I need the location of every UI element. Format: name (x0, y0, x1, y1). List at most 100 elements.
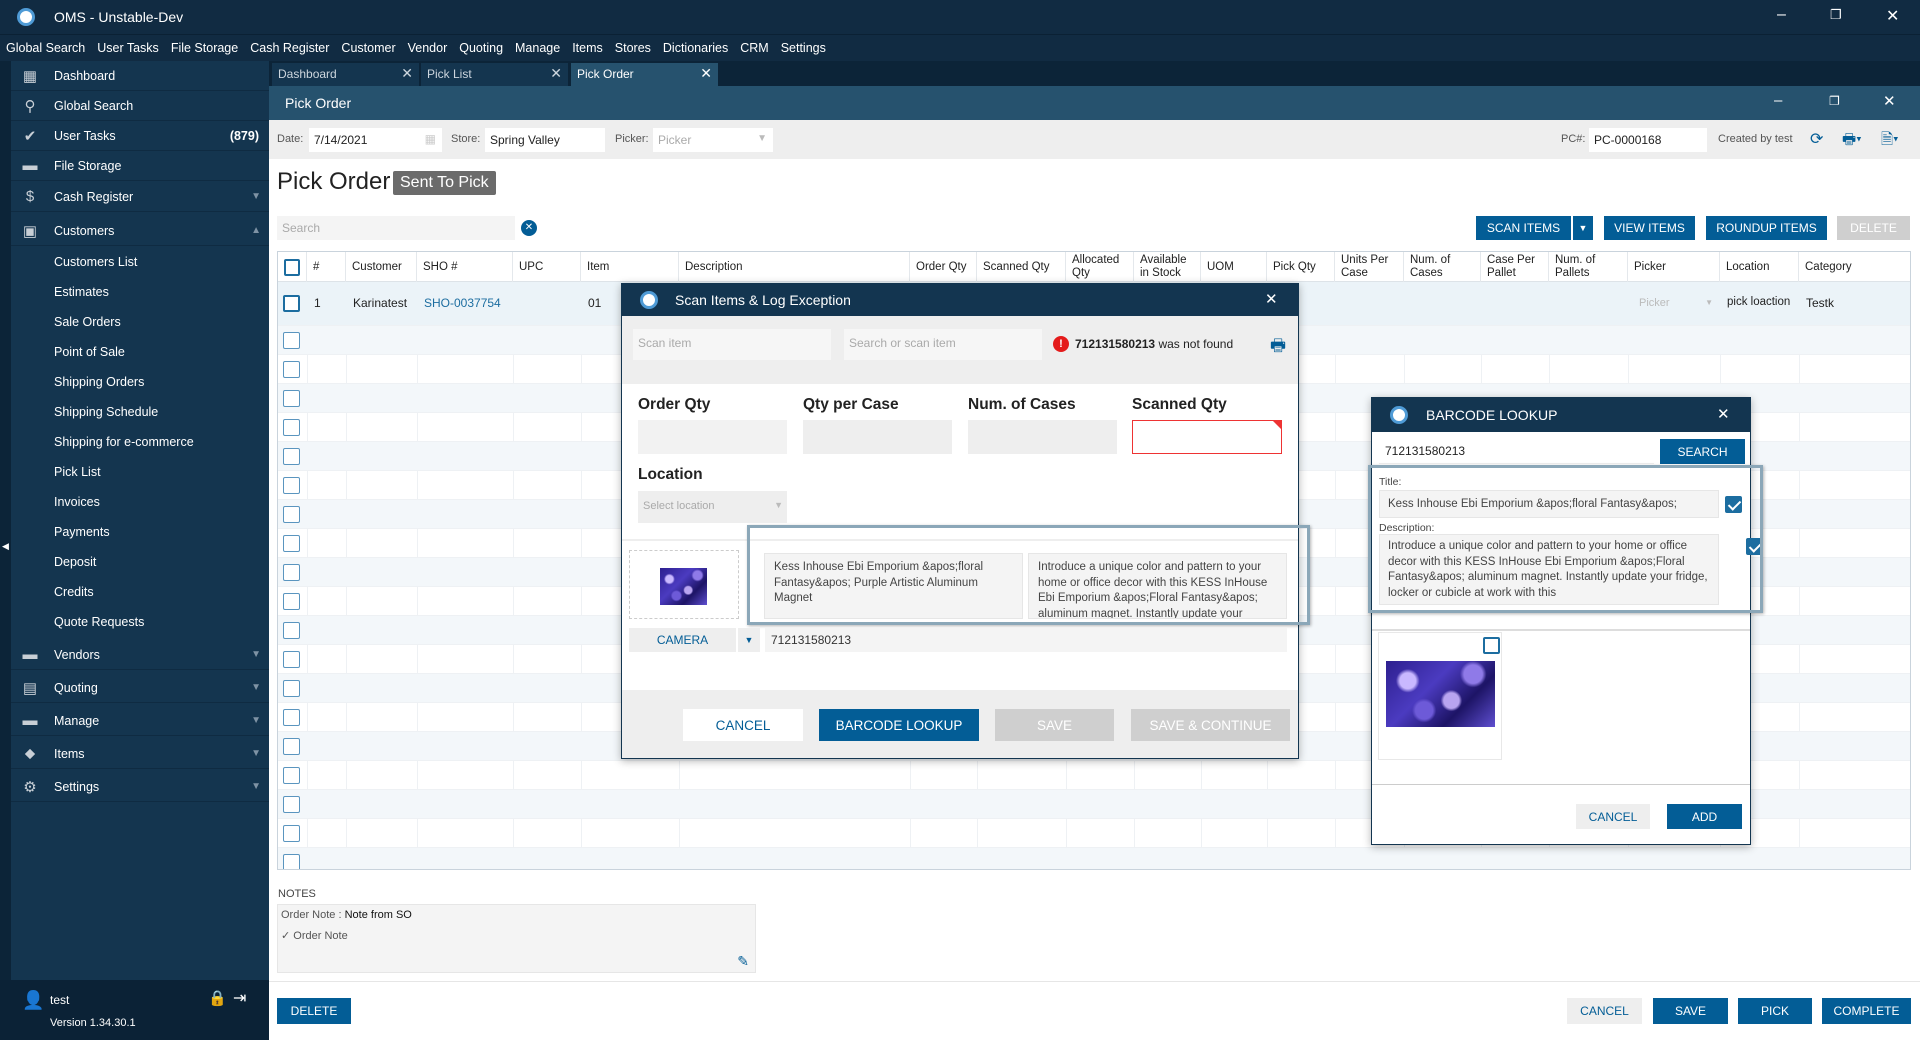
search-button[interactable]: SEARCH (1660, 439, 1745, 464)
restore-icon[interactable]: ❐ (1830, 7, 1842, 23)
store-field[interactable]: Spring Valley (485, 128, 605, 152)
select-all-checkbox[interactable] (284, 258, 300, 276)
sidebar-item[interactable]: Invoices (11, 487, 269, 517)
tab-dashboard[interactable]: Dashboard ✕ (272, 63, 419, 86)
sidebar-item[interactable]: Estimates (11, 277, 269, 307)
calendar-icon[interactable]: ▦ (425, 132, 436, 146)
add-button[interactable]: ADD (1667, 804, 1742, 829)
minimize-icon[interactable]: – (1777, 6, 1786, 24)
menu-item[interactable]: File Storage (171, 41, 238, 55)
num-cases-field[interactable] (968, 420, 1117, 454)
picker-select[interactable]: Picker ▼ (1633, 292, 1715, 316)
edit-pencil-icon[interactable]: ✎ (737, 953, 749, 970)
barcode-input[interactable]: 712131580213 (765, 628, 1287, 652)
sidebar-item[interactable]: Pick List (11, 457, 269, 487)
sidebar-item[interactable]: Credits (11, 577, 269, 607)
menu-item[interactable]: User Tasks (97, 41, 159, 55)
row-checkbox[interactable] (283, 622, 300, 639)
row-checkbox[interactable] (283, 390, 300, 407)
row-checkbox[interactable] (283, 651, 300, 668)
delete-items-button[interactable]: DELETE (1837, 216, 1910, 240)
column-header[interactable]: Category (1799, 252, 1910, 282)
row-checkbox[interactable] (283, 564, 300, 581)
row-checkbox[interactable] (283, 767, 300, 784)
print-icon[interactable]: 🖶▾ (1842, 129, 1862, 154)
sidebar-item[interactable]: Sale Orders (11, 307, 269, 337)
cancel-button[interactable]: CANCEL (1567, 998, 1642, 1024)
column-header[interactable]: Description (679, 252, 910, 282)
search-input[interactable]: Search (277, 216, 515, 240)
logout-icon[interactable]: ⇥ (233, 988, 246, 1008)
picker-select[interactable]: Picker ▼ (653, 128, 773, 152)
menu-item[interactable]: Stores (615, 41, 651, 55)
cancel-button[interactable]: CANCEL (683, 709, 803, 741)
sidebar-item[interactable]: Shipping Schedule (11, 397, 269, 427)
column-header[interactable]: Available in Stock (1134, 252, 1201, 282)
document-icon[interactable]: 🗎▾ (1881, 129, 1899, 154)
column-header[interactable]: Num. of Cases (1404, 252, 1481, 282)
sidebar-collapse-strip[interactable]: ◀ (0, 61, 11, 1040)
row-checkbox[interactable] (283, 361, 300, 378)
scanned-qty-field[interactable] (1132, 420, 1282, 454)
column-header[interactable]: Scanned Qty (977, 252, 1066, 282)
sidebar-item[interactable]: Quote Requests (11, 607, 269, 637)
menu-item[interactable]: Cash Register (250, 41, 329, 55)
sidebar-item[interactable]: Deposit (11, 547, 269, 577)
window-close-icon[interactable]: ✕ (1883, 92, 1896, 110)
close-tab-icon[interactable]: ✕ (700, 65, 712, 82)
column-header[interactable]: Customer (346, 252, 417, 282)
sidebar-item[interactable]: Payments (11, 517, 269, 547)
scan-items-button[interactable]: SCAN ITEMS (1476, 216, 1571, 240)
sidebar-item[interactable]: $ Cash Register ▼ (11, 182, 269, 212)
row-checkbox[interactable] (283, 419, 300, 436)
row-checkbox[interactable] (283, 332, 300, 349)
refresh-icon[interactable]: ⟳ (1810, 129, 1823, 149)
sidebar-item[interactable]: Shipping Orders (11, 367, 269, 397)
search-scan-input[interactable]: Search or scan item (844, 329, 1042, 360)
sho-link[interactable]: SHO-0037754 (424, 296, 501, 310)
menu-item[interactable]: CRM (740, 41, 768, 55)
menu-item[interactable]: Global Search (6, 41, 85, 55)
roundup-items-button[interactable]: ROUNDUP ITEMS (1706, 216, 1827, 240)
row-checkbox[interactable] (283, 535, 300, 552)
qty-per-case-field[interactable] (803, 420, 952, 454)
column-header[interactable]: Item (581, 252, 679, 282)
scan-item-input[interactable]: Scan item (633, 329, 831, 360)
menu-item[interactable]: Items (572, 41, 603, 55)
delete-order-button[interactable]: DELETE (277, 998, 351, 1024)
camera-button[interactable]: CAMERA (629, 628, 736, 652)
row-checkbox[interactable] (283, 796, 300, 813)
column-header[interactable]: Num. of Pallets (1549, 252, 1628, 282)
sidebar-item[interactable]: ▣ Customers ▲ (11, 216, 269, 246)
save-button[interactable]: SAVE (1653, 998, 1728, 1024)
scan-items-dropdown[interactable]: ▼ (1573, 216, 1593, 240)
close-icon[interactable]: ✕ (1265, 290, 1278, 308)
sidebar-item[interactable]: ⚙ Settings ▼ (11, 772, 269, 802)
sidebar-item[interactable]: Shipping for e-commerce (11, 427, 269, 457)
clear-search-icon[interactable]: ✕ (521, 220, 537, 236)
close-tab-icon[interactable]: ✕ (401, 65, 413, 82)
image-checkbox[interactable] (1483, 637, 1500, 654)
close-icon[interactable]: ✕ (1717, 405, 1730, 423)
sidebar-item[interactable]: ⚲ Global Search (11, 91, 269, 121)
image-card[interactable] (1378, 632, 1502, 760)
sidebar-item[interactable]: ▬ Vendors ▼ (11, 640, 269, 670)
menu-item[interactable]: Customer (341, 41, 395, 55)
sidebar-item[interactable]: Customers List (11, 247, 269, 277)
sidebar-item[interactable]: Point of Sale (11, 337, 269, 367)
column-header[interactable]: Order Qty (910, 252, 977, 282)
close-icon[interactable]: ✕ (1886, 6, 1899, 26)
column-header[interactable]: Units Per Case (1335, 252, 1404, 282)
column-header[interactable]: UOM (1201, 252, 1267, 282)
view-items-button[interactable]: VIEW ITEMS (1604, 216, 1695, 240)
column-header[interactable]: Location (1720, 252, 1799, 282)
column-header[interactable]: Case Per Pallet (1481, 252, 1549, 282)
column-header[interactable]: Picker (1628, 252, 1720, 282)
complete-button[interactable]: COMPLETE (1822, 998, 1911, 1024)
pc-field[interactable]: PC-0000168 (1589, 128, 1707, 152)
column-header[interactable]: Pick Qty (1267, 252, 1335, 282)
row-checkbox[interactable] (283, 738, 300, 755)
sidebar-item[interactable]: ▬ Manage ▼ (11, 706, 269, 736)
barcode-lookup-button[interactable]: BARCODE LOOKUP (819, 709, 979, 741)
print-icon[interactable]: 🖶 (1270, 333, 1286, 362)
